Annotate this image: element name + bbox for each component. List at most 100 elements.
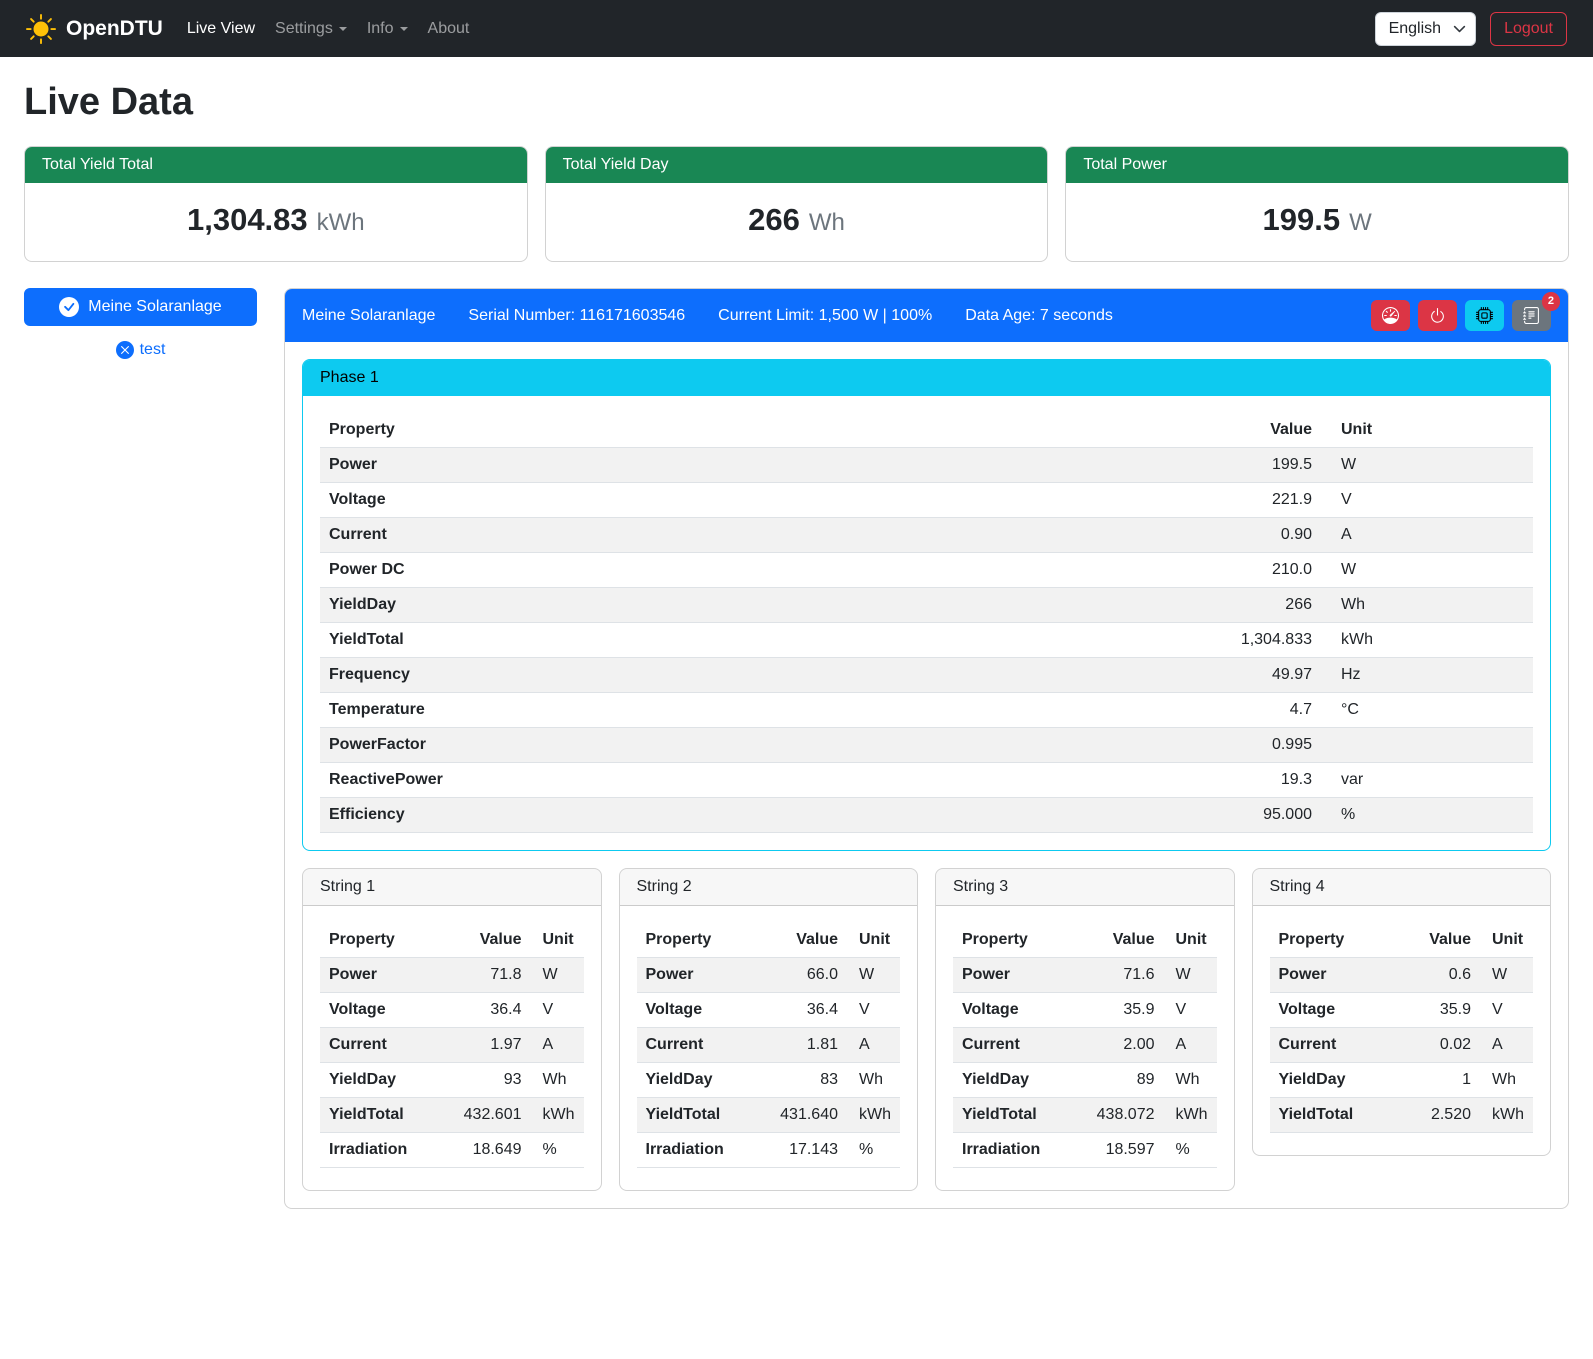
unit-cell: A: [531, 1028, 584, 1063]
nav-about[interactable]: About: [418, 12, 480, 46]
card-body: 266Wh: [546, 183, 1048, 261]
property-cell: Voltage: [637, 993, 772, 1028]
value-cell: 71.6: [1088, 958, 1164, 993]
string-3-table: Property Value Unit Power71.6WVoltage35.…: [953, 923, 1217, 1168]
inverter-select-test[interactable]: test: [24, 341, 257, 359]
property-cell: YieldTotal: [953, 1098, 1088, 1133]
check-circle-icon: [59, 297, 79, 317]
property-cell: Frequency: [320, 658, 1181, 693]
value-cell: 1.81: [771, 1028, 847, 1063]
property-cell: Power: [637, 958, 772, 993]
string-card-header: String 3: [936, 869, 1234, 906]
table-row: Power0.6W: [1270, 958, 1534, 993]
unit-cell: %: [531, 1133, 584, 1168]
string-1-card: String 1 Property Value Unit: [302, 868, 602, 1191]
power-icon: [1429, 307, 1446, 324]
table-row: Temperature4.7°C: [320, 693, 1533, 728]
unit-cell: kWh: [847, 1098, 900, 1133]
event-log-button[interactable]: 2: [1512, 300, 1551, 331]
unit-cell: kWh: [531, 1098, 584, 1133]
column-header-value: Value: [1181, 413, 1321, 448]
language-select[interactable]: English: [1375, 12, 1476, 46]
value-cell: 18.597: [1088, 1133, 1164, 1168]
table-row: Frequency49.97Hz: [320, 658, 1533, 693]
column-header-unit: Unit: [531, 923, 584, 958]
property-cell: Efficiency: [320, 798, 1181, 833]
unit-cell: V: [1321, 483, 1533, 518]
property-cell: Current: [953, 1028, 1088, 1063]
property-cell: Current: [320, 518, 1181, 553]
brand-link[interactable]: OpenDTU: [26, 14, 163, 44]
table-row: YieldTotal1,304.833kWh: [320, 623, 1533, 658]
unit-cell: kWh: [1164, 1098, 1217, 1133]
total-yield-total-unit: kWh: [317, 209, 365, 236]
table-row: Current1.81A: [637, 1028, 901, 1063]
column-header-property: Property: [953, 923, 1088, 958]
inverter-sidebar: Meine Solaranlage test: [24, 288, 257, 359]
table-row: YieldDay93Wh: [320, 1063, 584, 1098]
property-cell: YieldTotal: [1270, 1098, 1409, 1133]
inverter-test-label: test: [140, 341, 166, 359]
property-cell: YieldDay: [953, 1063, 1088, 1098]
inverter-serial: Serial Number: 116171603546: [468, 307, 685, 325]
value-cell: 0.6: [1408, 958, 1480, 993]
unit-cell: var: [1321, 763, 1533, 798]
property-cell: Power: [953, 958, 1088, 993]
column-header-unit: Unit: [1321, 413, 1533, 448]
unit-cell: kWh: [1321, 623, 1533, 658]
logout-button[interactable]: Logout: [1490, 12, 1567, 46]
inverter-select-label: Meine Solaranlage: [88, 298, 221, 316]
unit-cell: W: [1164, 958, 1217, 993]
table-row: YieldDay89Wh: [953, 1063, 1217, 1098]
property-cell: YieldTotal: [320, 1098, 455, 1133]
card-body: 199.5W: [1066, 183, 1568, 261]
value-cell: 35.9: [1088, 993, 1164, 1028]
table-row: Irradiation18.597%: [953, 1133, 1217, 1168]
unit-cell: V: [847, 993, 900, 1028]
table-row: Power71.6W: [953, 958, 1217, 993]
unit-cell: Wh: [1321, 588, 1533, 623]
table-row: Current0.90A: [320, 518, 1533, 553]
inverter-info-button[interactable]: [1465, 300, 1504, 331]
value-cell: 210.0: [1181, 553, 1321, 588]
table-row: Efficiency95.000%: [320, 798, 1533, 833]
property-cell: YieldTotal: [637, 1098, 772, 1133]
property-cell: Voltage: [1270, 993, 1409, 1028]
column-header-unit: Unit: [1164, 923, 1217, 958]
value-cell: 35.9: [1408, 993, 1480, 1028]
value-cell: 19.3: [1181, 763, 1321, 798]
unit-cell: Wh: [847, 1063, 900, 1098]
property-cell: Voltage: [320, 483, 1181, 518]
property-cell: ReactivePower: [320, 763, 1181, 798]
unit-cell: kWh: [1480, 1098, 1533, 1133]
string-card-header: String 4: [1253, 869, 1551, 906]
value-cell: 2.00: [1088, 1028, 1164, 1063]
property-cell: Temperature: [320, 693, 1181, 728]
column-header-unit: Unit: [847, 923, 900, 958]
property-cell: Irradiation: [953, 1133, 1088, 1168]
inverter-name: Meine Solaranlage: [302, 307, 435, 325]
unit-cell: W: [847, 958, 900, 993]
string-card-header: String 2: [620, 869, 918, 906]
nav-settings[interactable]: Settings: [265, 12, 357, 46]
nav-info[interactable]: Info: [357, 12, 418, 46]
string-3-card: String 3 Property Value Unit: [935, 868, 1235, 1191]
unit-cell: %: [1164, 1133, 1217, 1168]
nav-live-view[interactable]: Live View: [177, 12, 265, 46]
table-row: Voltage36.4V: [320, 993, 584, 1028]
value-cell: 36.4: [455, 993, 531, 1028]
brand-label: OpenDTU: [66, 17, 163, 41]
table-row: YieldTotal431.640kWh: [637, 1098, 901, 1133]
nav-about-label: About: [428, 20, 470, 38]
table-header-row: Property Value Unit: [320, 923, 584, 958]
inverter-select-meine-solaranlage[interactable]: Meine Solaranlage: [24, 288, 257, 326]
limit-settings-button[interactable]: [1371, 300, 1410, 331]
value-cell: 2.520: [1408, 1098, 1480, 1133]
x-circle-icon: [116, 341, 134, 359]
property-cell: Power: [320, 448, 1181, 483]
value-cell: 83: [771, 1063, 847, 1098]
page-title: Live Data: [24, 81, 1569, 124]
power-toggle-button[interactable]: [1418, 300, 1457, 331]
table-row: Current1.97A: [320, 1028, 584, 1063]
table-row: YieldTotal2.520kWh: [1270, 1098, 1534, 1133]
